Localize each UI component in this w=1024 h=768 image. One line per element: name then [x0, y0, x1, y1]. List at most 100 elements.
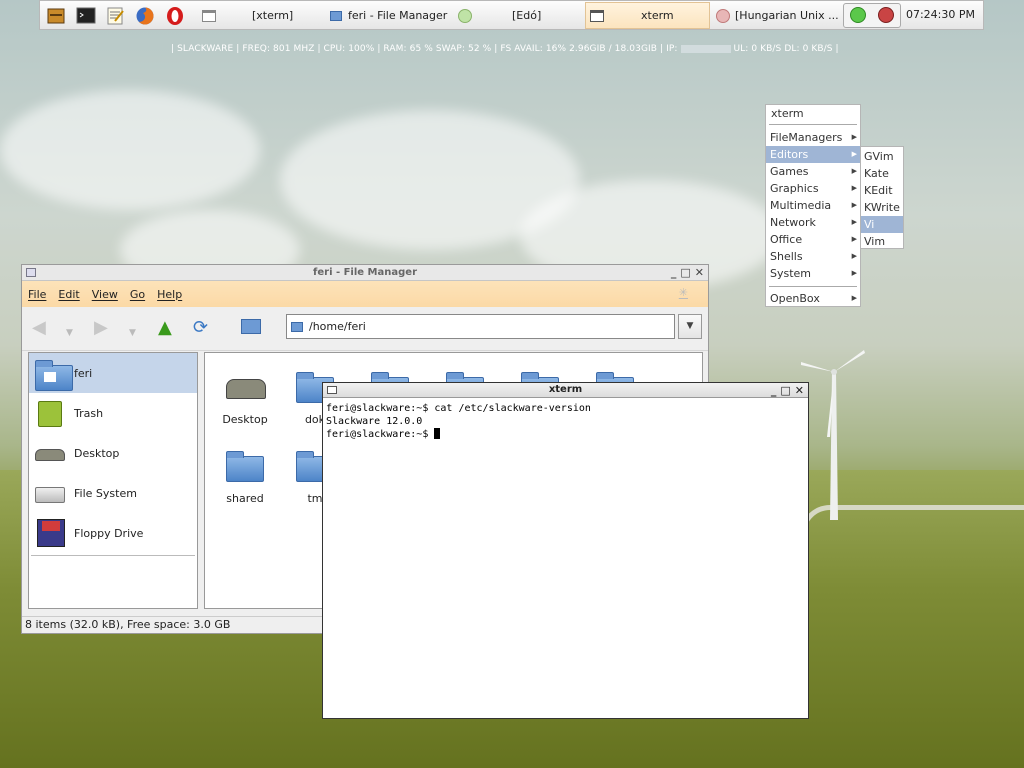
location-dropdown-button[interactable]: ▼: [678, 314, 702, 339]
system-stats: | SLACKWARE | FREQ: 801 MHZ | CPU: 100% …: [171, 44, 678, 54]
menu-help[interactable]: Help: [157, 288, 182, 301]
harddisk-icon: [33, 477, 65, 509]
submenu-arrow-icon: ▶: [851, 167, 857, 175]
submenu-item-kedit[interactable]: KEdit: [861, 182, 903, 199]
show-desktop-icon[interactable]: [202, 5, 221, 27]
task-edo[interactable]: [Edó]: [458, 2, 558, 29]
menu-item-shells[interactable]: Shells ▶: [766, 248, 860, 265]
submenu-arrow-icon: ▶: [851, 133, 857, 141]
opera-icon[interactable]: [165, 5, 185, 27]
reload-icon[interactable]: ⟳: [193, 319, 208, 337]
maximize-icon[interactable]: □: [780, 383, 790, 398]
menu-item-openbox[interactable]: OpenBox ▶: [766, 290, 860, 307]
terminal-line: feri@slackware:~$: [326, 428, 805, 441]
network-icon[interactable]: [850, 7, 866, 23]
submenu-item-kate[interactable]: Kate: [861, 165, 903, 182]
menu-file[interactable]: File: [28, 288, 46, 301]
menu-title[interactable]: xterm: [769, 105, 857, 125]
sidebar-item-trash[interactable]: Trash: [29, 393, 197, 433]
xterm-window: xterm _ □ ✕ feri@slackware:~$ cat /etc/s…: [322, 382, 809, 719]
task-label: xterm: [641, 9, 674, 22]
side-pane: feri Trash Desktop File System Floppy Dr…: [28, 352, 198, 609]
submenu-item-kwrite[interactable]: KWrite: [861, 199, 903, 216]
sidebar-item-feri[interactable]: feri: [29, 353, 197, 393]
menu-item-system[interactable]: System ▶: [766, 265, 860, 282]
desktop-icon: [224, 371, 266, 405]
menu-edit[interactable]: Edit: [58, 288, 79, 301]
terminal-icon[interactable]: [76, 5, 96, 27]
window-titlebar[interactable]: feri - File Manager _ □ ✕: [22, 265, 708, 281]
menu-go[interactable]: Go: [130, 288, 145, 301]
task-xterm-active[interactable]: xterm: [585, 2, 710, 29]
menu-item-editors[interactable]: Editors ▶: [766, 146, 860, 163]
clock[interactable]: 07:24:30 PM: [906, 1, 975, 29]
window-icon: [327, 386, 337, 394]
terminal-output[interactable]: feri@slackware:~$ cat /etc/slackware-ver…: [323, 398, 808, 445]
menu-item-label: Network: [770, 216, 816, 229]
sidebar-divider: [31, 555, 195, 556]
terminal-prompt: feri@slackware:~$: [326, 429, 435, 440]
sidebar-item-desktop[interactable]: Desktop: [29, 433, 197, 473]
file-item-shared[interactable]: shared: [205, 450, 285, 505]
floppy-icon: [33, 517, 65, 549]
submenu-arrow-icon: ▶: [851, 235, 857, 243]
task-hungarian-unix[interactable]: [Hungarian Unix ...: [716, 2, 840, 29]
home-folder-icon[interactable]: [241, 319, 261, 338]
close-icon[interactable]: ✕: [795, 383, 804, 398]
task-xterm-1[interactable]: [xterm]: [252, 2, 322, 29]
back-icon[interactable]: ◀: [32, 319, 46, 337]
menu-item-label: Editors: [770, 148, 809, 161]
location-path: /home/feri: [309, 320, 366, 333]
menu-item-office[interactable]: Office ▶: [766, 231, 860, 248]
submenu-arrow-icon: ▶: [851, 252, 857, 260]
sidebar-item-label: File System: [74, 486, 137, 500]
menu-item-multimedia[interactable]: Multimedia ▶: [766, 197, 860, 214]
menu-item-graphics[interactable]: Graphics ▶: [766, 180, 860, 197]
folder-icon: [291, 321, 303, 332]
close-icon[interactable]: ✕: [695, 265, 704, 280]
submenu-arrow-icon: ▶: [851, 150, 857, 158]
menu-item-label: Office: [770, 233, 803, 246]
forward-history-icon[interactable]: ▼: [129, 324, 136, 342]
menu-view[interactable]: View: [92, 288, 118, 301]
back-history-icon[interactable]: ▼: [66, 324, 73, 342]
menu-divider: [769, 286, 857, 287]
file-manager-icon[interactable]: [46, 5, 66, 27]
window-titlebar[interactable]: xterm _ □ ✕: [323, 383, 808, 398]
sidebar-item-label: Desktop: [74, 446, 120, 460]
folder-icon: [330, 10, 342, 21]
submenu-item-vi[interactable]: Vi: [861, 216, 903, 233]
task-file-manager[interactable]: feri - File Manager: [330, 2, 460, 29]
submenu-arrow-icon: ▶: [851, 184, 857, 192]
up-arrow-icon[interactable]: ▲: [158, 319, 172, 337]
window-icon: [26, 268, 36, 277]
forward-icon[interactable]: ▶: [94, 319, 108, 337]
menu-item-label: Games: [770, 165, 809, 178]
task-label: [Edó]: [512, 9, 542, 22]
location-bar[interactable]: /home/feri: [286, 314, 675, 339]
minimize-icon[interactable]: _: [671, 265, 677, 280]
text-editor-icon[interactable]: [105, 5, 125, 27]
status-circle-icon: [458, 8, 472, 23]
minimize-icon[interactable]: _: [771, 383, 777, 398]
file-item-desktop[interactable]: Desktop: [205, 371, 285, 426]
menu-item-filemanagers[interactable]: FileManagers ▶: [766, 129, 860, 146]
sidebar-item-floppy-drive[interactable]: Floppy Drive: [29, 513, 197, 553]
submenu-item-gvim[interactable]: GVim: [861, 148, 903, 165]
terminal-line: Slackware 12.0.0: [326, 416, 423, 427]
sidebar-item-file-system[interactable]: File System: [29, 473, 197, 513]
volume-icon[interactable]: [878, 7, 894, 23]
task-label: [Hungarian Unix ...: [735, 9, 839, 22]
menu-item-games[interactable]: Games ▶: [766, 163, 860, 180]
submenu-arrow-icon: ▶: [851, 218, 857, 226]
window-icon: [590, 9, 604, 22]
task-label: [xterm]: [252, 9, 294, 22]
submenu-item-vim[interactable]: Vim: [861, 233, 903, 250]
maximize-icon[interactable]: □: [680, 265, 690, 280]
menu-item-network[interactable]: Network ▶: [766, 214, 860, 231]
menu-bar: File Edit View Go Help ✳: [22, 281, 708, 307]
menu-item-label: OpenBox: [770, 292, 820, 305]
ip-redacted: [680, 44, 731, 53]
menu-item-label: Shells: [770, 250, 803, 263]
firefox-icon[interactable]: [135, 5, 155, 27]
